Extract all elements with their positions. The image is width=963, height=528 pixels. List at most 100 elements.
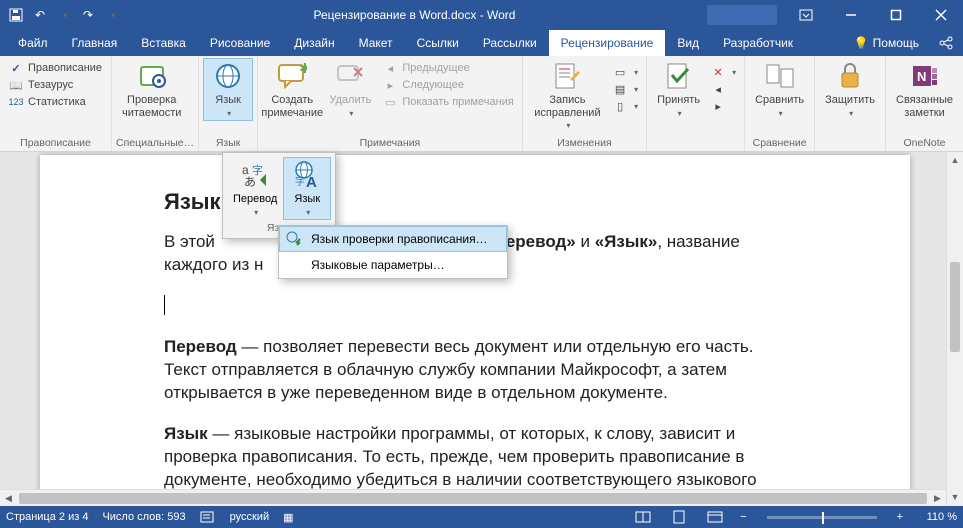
- compare-label: Сравнить: [755, 94, 804, 106]
- hscroll-thumb[interactable]: [19, 493, 927, 504]
- compare-button[interactable]: Сравнить: [749, 58, 810, 121]
- save-icon[interactable]: [8, 7, 24, 23]
- status-language[interactable]: русский: [230, 511, 269, 523]
- prev-label: Предыдущее: [402, 62, 469, 74]
- minimize-icon[interactable]: [828, 0, 873, 30]
- language-button[interactable]: Язык: [203, 58, 253, 121]
- group-onenote-label: OneNote: [890, 136, 959, 151]
- zoom-level[interactable]: 110 %: [917, 511, 957, 523]
- chevron-down-icon: [225, 107, 231, 119]
- tracking-dropdown-3[interactable]: ▯: [610, 98, 640, 114]
- next-change-icon: ▸: [710, 99, 726, 113]
- prev-comment-button[interactable]: ◂ Предыдущее: [380, 60, 515, 76]
- tab-home[interactable]: Главная: [60, 30, 130, 56]
- next-comment-button[interactable]: ▸ Следующее: [380, 77, 515, 93]
- read-mode-icon[interactable]: [632, 508, 654, 526]
- reject-button[interactable]: ✕: [708, 64, 738, 80]
- doc-p2: Перевод — позволяет перевести весь докум…: [164, 336, 786, 405]
- thesaurus-button[interactable]: 📖Тезаурус: [6, 77, 104, 93]
- zoom-slider[interactable]: [767, 516, 877, 519]
- reject-icon: ✕: [710, 65, 726, 79]
- tab-design[interactable]: Дизайн: [282, 30, 346, 56]
- spelling-label: Правописание: [28, 62, 102, 74]
- accept-icon: [663, 60, 695, 92]
- translate-button[interactable]: a字あ Перевод: [227, 157, 283, 220]
- track-changes-button[interactable]: Запись исправлений: [527, 58, 608, 134]
- zoom-out-icon[interactable]: −: [740, 511, 746, 523]
- prev-icon: ◂: [382, 61, 398, 75]
- web-layout-icon[interactable]: [704, 508, 726, 526]
- onenote-button[interactable]: N Связанные заметки: [890, 58, 959, 121]
- proofing-language-icon: [285, 231, 303, 247]
- tab-developer[interactable]: Разработчик: [711, 30, 805, 56]
- account-badge[interactable]: [707, 5, 777, 25]
- scroll-up-icon[interactable]: ▲: [947, 152, 963, 169]
- delete-comment-button[interactable]: Удалить: [322, 58, 378, 121]
- close-icon[interactable]: [918, 0, 963, 30]
- next-icon: ▸: [382, 78, 398, 92]
- horizontal-scrollbar[interactable]: ◀ ▶: [0, 489, 946, 506]
- language-prefs-item[interactable]: Языковые параметры…: [279, 252, 507, 278]
- next-label: Следующее: [402, 79, 464, 91]
- scroll-thumb[interactable]: [950, 262, 960, 352]
- tab-mailings[interactable]: Рассылки: [471, 30, 549, 56]
- chevron-down-icon: [632, 66, 638, 78]
- proofing-language-label: Язык проверки правописания…: [311, 232, 488, 246]
- chevron-down-icon: [847, 107, 853, 119]
- language-dropdown-button[interactable]: A字 Язык: [283, 157, 331, 220]
- tab-layout[interactable]: Макет: [347, 30, 405, 56]
- tracking-dropdown-1[interactable]: ▭: [610, 64, 640, 80]
- scroll-left-icon[interactable]: ◀: [0, 493, 17, 504]
- tab-review[interactable]: Рецензирование: [549, 30, 666, 56]
- accessibility-icon: [136, 60, 168, 92]
- onenote-label: Связанные заметки: [896, 94, 953, 119]
- track-icon: [551, 60, 583, 92]
- tab-references[interactable]: Ссылки: [405, 30, 471, 56]
- tab-file[interactable]: Файл: [6, 30, 60, 56]
- undo-icon[interactable]: ↶: [32, 7, 48, 23]
- print-layout-icon[interactable]: [668, 508, 690, 526]
- prev-change-button[interactable]: ◂: [708, 81, 738, 97]
- spelling-icon: ✓: [8, 61, 24, 75]
- svg-text:A: A: [306, 174, 317, 190]
- proofing-language-item[interactable]: Язык проверки правописания…: [279, 226, 507, 252]
- tell-me[interactable]: 💡Помощь: [844, 30, 929, 56]
- qat-customize[interactable]: [104, 7, 120, 23]
- new-comment-label: Создать примечание: [261, 94, 323, 119]
- scroll-down-icon[interactable]: ▼: [947, 489, 963, 506]
- status-page[interactable]: Страница 2 из 4: [6, 511, 88, 523]
- accessibility-button[interactable]: Проверка читаемости: [116, 58, 187, 121]
- tab-insert[interactable]: Вставка: [129, 30, 198, 56]
- status-accessibility-icon[interactable]: ▦: [283, 511, 293, 524]
- redo-icon[interactable]: ↷: [80, 7, 96, 23]
- new-comment-button[interactable]: ✱ Создать примечание: [262, 58, 322, 121]
- stats-button[interactable]: 123Статистика: [6, 94, 104, 110]
- next-change-button[interactable]: ▸: [708, 98, 738, 114]
- accept-button[interactable]: Принять: [651, 58, 706, 121]
- spelling-button[interactable]: ✓ Правописание: [6, 60, 104, 76]
- tab-draw[interactable]: Рисование: [198, 30, 282, 56]
- tracking-dropdown-2[interactable]: ▤: [610, 81, 640, 97]
- tab-view[interactable]: Вид: [665, 30, 711, 56]
- show-comments-button[interactable]: ▭Показать примечания: [380, 94, 515, 110]
- show-label: Показать примечания: [402, 96, 513, 108]
- group-proofing-label: Правописание: [4, 136, 107, 151]
- protect-button[interactable]: Защитить: [819, 58, 881, 121]
- share-button[interactable]: [929, 30, 963, 56]
- translate-icon: a字あ: [239, 159, 271, 191]
- status-words[interactable]: Число слов: 593: [102, 511, 185, 523]
- document-page[interactable]: Язык В этой «Перевод» и «Язык», название…: [40, 155, 910, 506]
- chevron-down-icon: [777, 107, 783, 119]
- scroll-right-icon[interactable]: ▶: [929, 493, 946, 504]
- ribbon-options-icon[interactable]: [783, 0, 828, 30]
- maximize-icon[interactable]: [873, 0, 918, 30]
- zoom-in-icon[interactable]: +: [897, 511, 903, 523]
- status-proofing-icon[interactable]: [200, 510, 216, 524]
- undo-dropdown[interactable]: [56, 7, 72, 23]
- vertical-scrollbar[interactable]: ▲ ▼: [946, 152, 963, 506]
- tell-me-label: Помощь: [873, 36, 919, 50]
- chevron-down-icon: [632, 83, 638, 95]
- box-icon: ▭: [612, 65, 628, 79]
- protect-icon: [834, 60, 866, 92]
- list-icon: ▤: [612, 82, 628, 96]
